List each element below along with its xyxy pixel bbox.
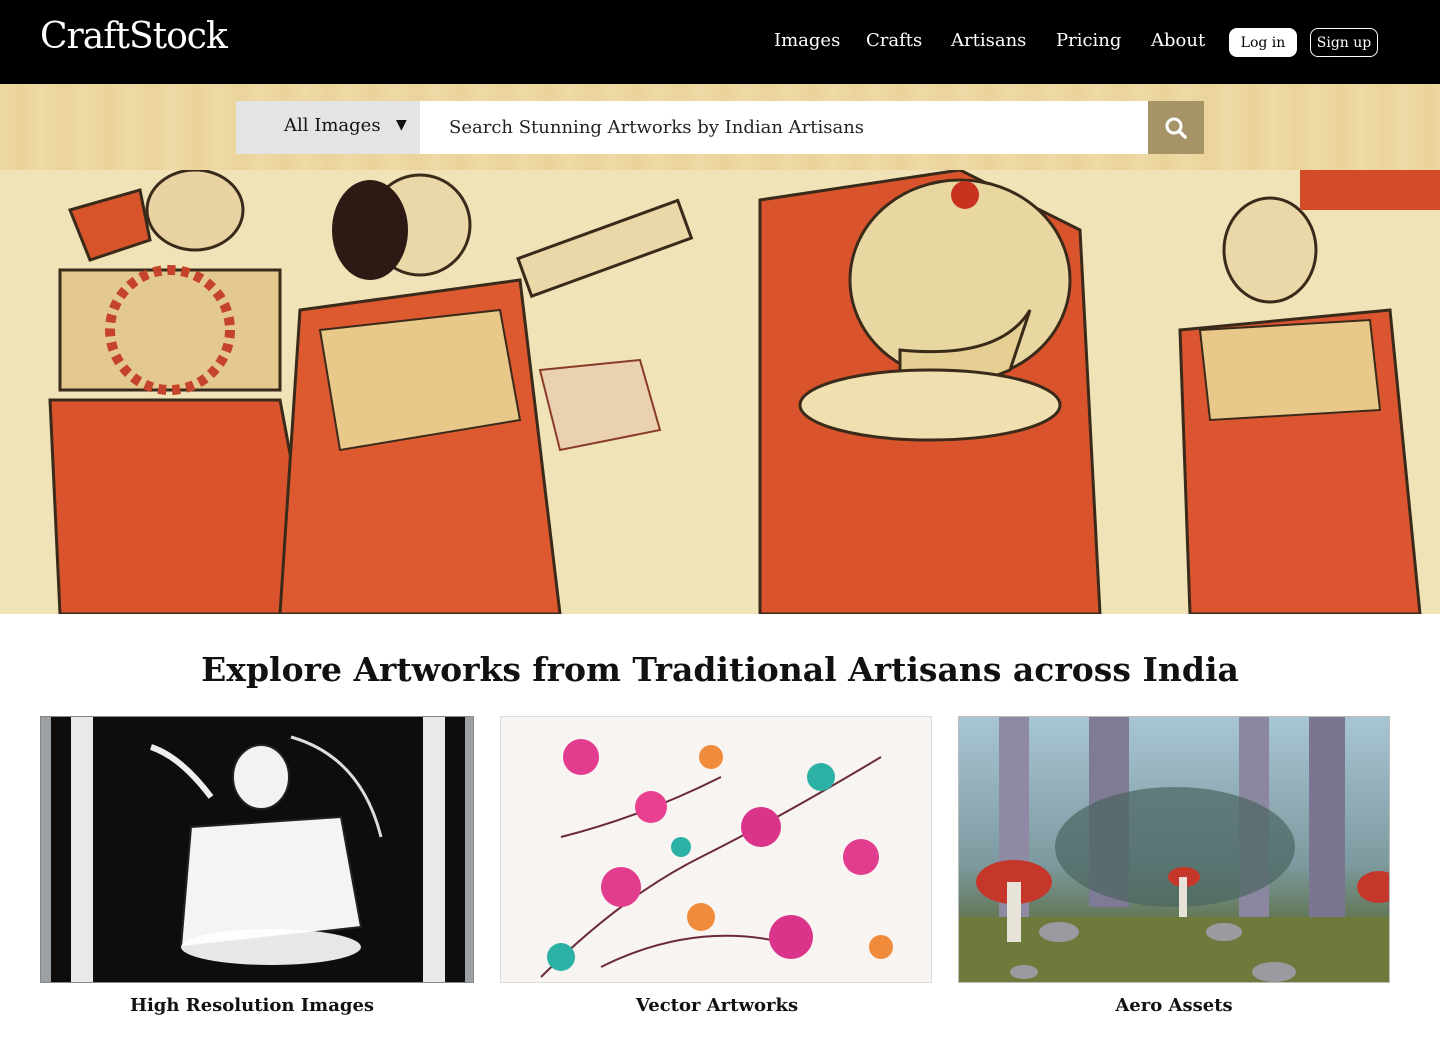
nav-link-pricing[interactable]: Pricing [1056,30,1121,51]
card-vector-artworks[interactable] [500,716,932,983]
search-icon [1165,117,1187,139]
search-input[interactable] [420,101,1148,154]
logo[interactable]: CraftStock [40,16,228,57]
category-select-value: All Images [284,115,381,136]
floral-vector-thumbnail [501,717,931,982]
forest-scene-thumbnail [959,717,1389,982]
card-label-high-resolution-images[interactable]: High Resolution Images [40,995,464,1016]
hero-painting-image [0,170,1440,614]
card-label-aero-assets[interactable]: Aero Assets [958,995,1390,1016]
nav-link-artisans[interactable]: Artisans [951,30,1026,51]
top-navigation-bar: CraftStock Images Crafts Artisans Pricin… [0,0,1440,84]
search-button[interactable] [1148,101,1204,154]
nav-link-about[interactable]: About [1151,30,1205,51]
nav-link-crafts[interactable]: Crafts [866,30,922,51]
login-button[interactable]: Log in [1229,28,1297,57]
signup-button[interactable]: Sign up [1310,28,1378,57]
caret-down-icon: ▼ [396,117,407,133]
hero-artwork-illustration [0,170,1440,614]
pattachitra-artwork-thumbnail [41,717,473,982]
nav-link-images[interactable]: Images [774,30,840,51]
card-high-resolution-images[interactable] [40,716,474,983]
card-aero-assets[interactable] [958,716,1390,983]
section-title: Explore Artworks from Traditional Artisa… [201,650,1239,689]
category-select[interactable]: All Images ▼ [236,101,420,154]
card-label-vector-artworks[interactable]: Vector Artworks [500,995,934,1016]
